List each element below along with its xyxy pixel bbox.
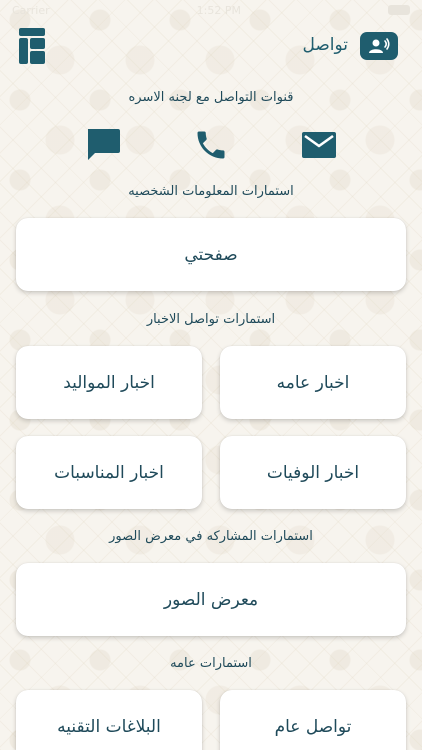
status-bar: Carrier 1:52 PM — [0, 0, 422, 20]
time-label: 1:52 PM — [196, 3, 241, 17]
my-page-button[interactable]: صفحتي — [16, 218, 406, 291]
events-news-button[interactable]: اخبار المناسبات — [16, 436, 202, 509]
carrier-label: Carrier — [12, 3, 50, 17]
contact-support-button[interactable] — [360, 32, 398, 60]
deaths-news-label: اخبار الوفيات — [266, 462, 360, 483]
news-section-title: استمارات تواصل الاخبار — [146, 312, 276, 327]
mail-icon — [302, 132, 336, 158]
technical-reports-label: البلاغات التقنيه — [57, 717, 161, 737]
email-button[interactable] — [300, 126, 338, 164]
personal-section-title: استمارات المعلومات الشخصيه — [128, 184, 294, 199]
technical-reports-button[interactable]: البلاغات التقنيه — [16, 690, 202, 750]
chat-button[interactable] — [84, 126, 122, 164]
general-news-button[interactable]: اخبار عامه — [220, 346, 406, 419]
photo-gallery-button[interactable]: معرض الصور — [16, 563, 406, 636]
photo-gallery-label: معرض الصور — [163, 589, 259, 610]
births-news-label: اخبار المواليد — [63, 372, 155, 393]
header-title: تواصل — [302, 35, 348, 55]
chat-icon — [88, 129, 120, 160]
app-logo-icon[interactable] — [19, 28, 45, 64]
my-page-label: صفحتي — [184, 244, 238, 265]
channels-row — [0, 126, 422, 166]
phone-button[interactable] — [192, 126, 230, 164]
deaths-news-button[interactable]: اخبار الوفيات — [220, 436, 406, 509]
contact-support-icon — [369, 38, 390, 53]
general-news-label: اخبار عامه — [276, 372, 350, 393]
header: تواصل — [0, 26, 422, 66]
battery-icon — [387, 5, 410, 15]
general-section-title: استمارات عامه — [170, 656, 252, 671]
general-contact-label: تواصل عام — [274, 717, 352, 737]
channels-section-title: قنوات التواصل مع لجنه الاسره — [128, 90, 294, 105]
births-news-button[interactable]: اخبار المواليد — [16, 346, 202, 419]
events-news-label: اخبار المناسبات — [54, 462, 164, 483]
general-contact-button[interactable]: تواصل عام — [220, 690, 406, 750]
phone-icon — [197, 131, 225, 159]
gallery-section-title: استمارات المشاركه في معرض الصور — [109, 529, 313, 544]
